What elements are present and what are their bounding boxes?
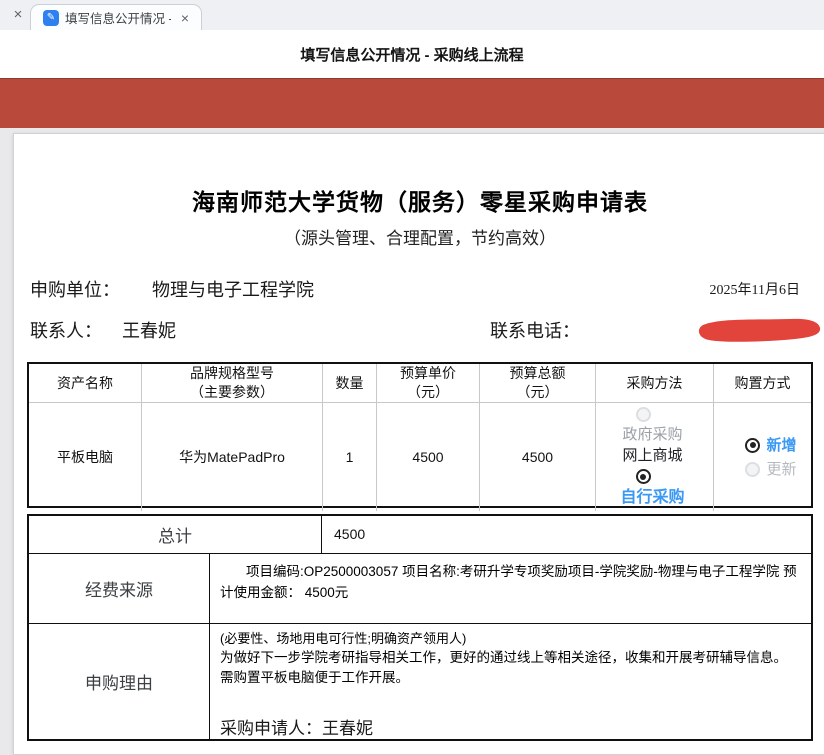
title-bar: 填写信息公开情况 - 采购线上流程: [0, 30, 824, 78]
unit-value: 物理与电子工程学院: [152, 276, 314, 302]
browser-window: × ✎ 填写信息公开情况 - 采 × 填写信息公开情况 - 采购线上流程 海南师…: [0, 0, 824, 740]
cell-acquisition-mode: 新增 更新: [714, 403, 811, 511]
header-quantity: 数量: [323, 364, 377, 402]
reason-note: (必要性、场地用电可行性;明确资产领用人): [220, 629, 799, 648]
contact-value: 王春妮: [122, 317, 176, 343]
label-new[interactable]: 新增: [766, 436, 796, 455]
header-purchase-method: 采购方法: [596, 364, 714, 402]
form-title: 海南师范大学货物（服务）零星采购申请表: [27, 183, 813, 217]
header-acquisition-mode: 购置方式: [714, 364, 811, 402]
cell-asset-name: 平板电脑: [29, 403, 142, 511]
items-table-header: 资产名称 品牌规格型号 （主要参数） 数量 预算单价 （元） 预算总额 （元） …: [29, 364, 811, 403]
phone-label: 联系电话：: [490, 317, 580, 343]
cell-unit-price: 4500: [377, 403, 480, 511]
radio-government-ecommerce[interactable]: [636, 407, 651, 422]
cell-total-price: 4500: [480, 403, 596, 511]
header-asset-name: 资产名称: [29, 364, 142, 402]
tab-title: 填写信息公开情况 - 采: [65, 8, 171, 27]
header-brand-model: 品牌规格型号 （主要参数）: [142, 364, 323, 402]
radio-self-purchase[interactable]: [636, 469, 651, 484]
cell-brand-model: 华为MatePadPro: [142, 403, 323, 511]
items-table: 资产名称 品牌规格型号 （主要参数） 数量 预算单价 （元） 预算总额 （元） …: [27, 362, 813, 508]
label-update[interactable]: 更新: [766, 460, 796, 479]
reason-text: 为做好下一步学院考研指导相关工作，更好的通过线上等相关途径，收集和开展考研辅导信…: [220, 648, 799, 688]
cell-purchase-method: 政府采购 网上商城 自行采购: [596, 403, 714, 511]
cell-quantity: 1: [323, 403, 377, 511]
tab-bar: × ✎ 填写信息公开情况 - 采 ×: [0, 0, 824, 30]
window-close-icon[interactable]: ×: [8, 5, 28, 25]
form-subtitle: （源头管理、合理配置，节约高效）: [27, 224, 813, 249]
edit-icon: ✎: [43, 10, 59, 26]
radio-new[interactable]: [745, 438, 760, 453]
label-self-purchase[interactable]: 自行采购: [620, 487, 684, 509]
total-value: 4500: [322, 516, 811, 553]
header-total-price: 预算总额 （元）: [480, 364, 596, 402]
radio-update[interactable]: [745, 462, 760, 477]
contact-label: 联系人：: [30, 317, 102, 343]
label-government-purchase[interactable]: 政府采购: [622, 425, 682, 445]
label-online-mall[interactable]: 网上商城: [622, 446, 682, 466]
header-unit-price: 预算单价 （元）: [377, 364, 480, 402]
funding-text: 项目编码:OP2500003057 项目名称:考研升学专项奖励项目-学院奖励-物…: [210, 554, 811, 603]
total-row: 总计 4500: [29, 516, 811, 554]
browser-tab[interactable]: ✎ 填写信息公开情况 - 采 ×: [30, 4, 202, 30]
summary-table: 总计 4500 经费来源 项目编码:OP2500003057 项目名称:考研升学…: [27, 514, 813, 741]
funding-label: 经费来源: [29, 554, 210, 623]
items-table-row: 平板电脑 华为MatePadPro 1 4500 4500 政府采购 网上商城 …: [29, 403, 811, 511]
page-title: 填写信息公开情况 - 采购线上流程: [300, 44, 523, 65]
reason-row: 申购理由 (必要性、场地用电可行性;明确资产领用人) 为做好下一步学院考研指导相…: [29, 624, 811, 739]
option-update[interactable]: 更新: [745, 460, 796, 479]
applicant: 采购申请人：王春妮: [220, 714, 799, 739]
unit-label: 申购单位：: [30, 276, 120, 302]
phone-redaction-scribble: [695, 316, 822, 344]
red-banner: [0, 78, 824, 128]
form-date: 2025年11月6日: [710, 279, 800, 299]
total-label: 总计: [29, 516, 322, 553]
tab-close-icon[interactable]: ×: [177, 10, 193, 26]
option-new[interactable]: 新增: [745, 436, 796, 455]
funding-row: 经费来源 项目编码:OP2500003057 项目名称:考研升学专项奖励项目-学…: [29, 554, 811, 624]
reason-label: 申购理由: [29, 624, 210, 739]
